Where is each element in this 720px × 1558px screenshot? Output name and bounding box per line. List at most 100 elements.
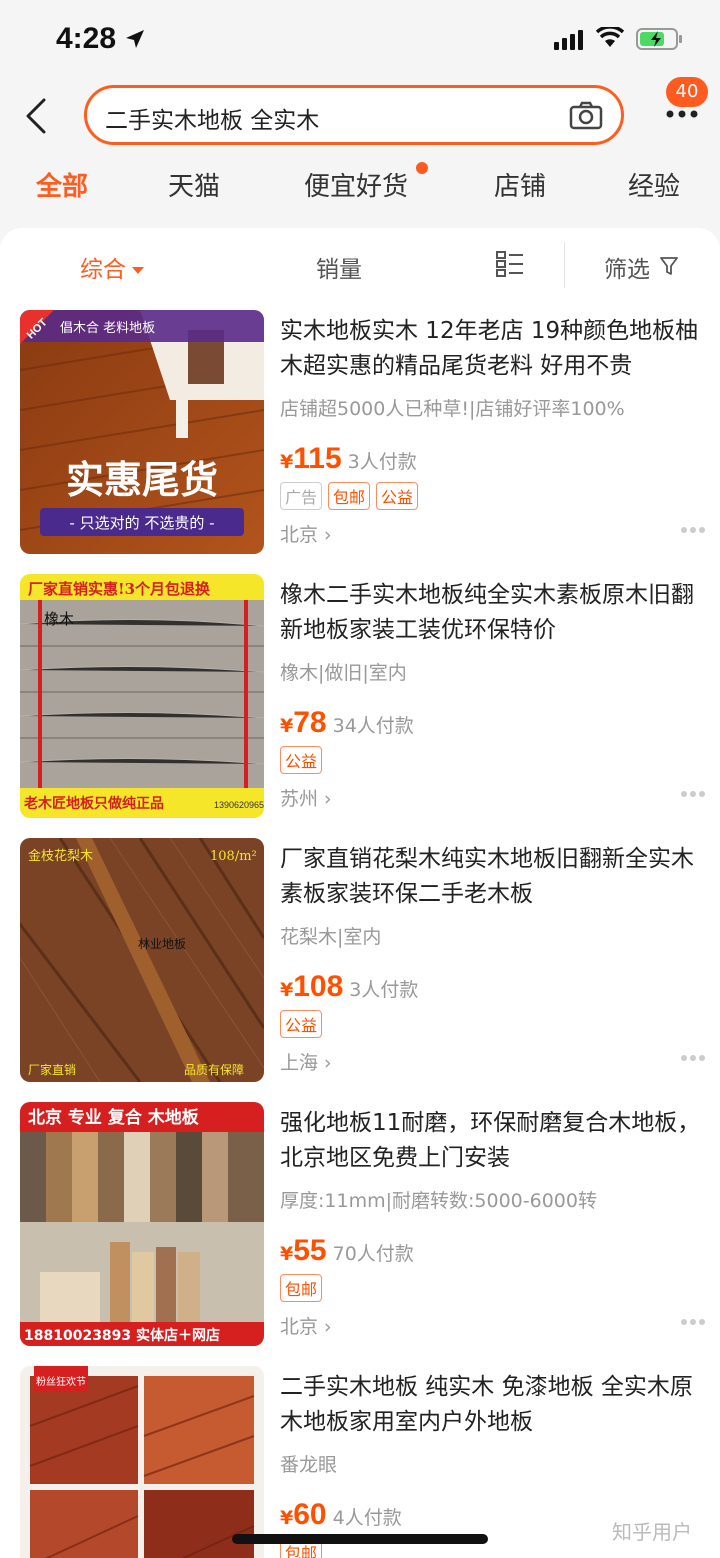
- sort-overall[interactable]: 综合: [80, 250, 144, 284]
- more-options-icon[interactable]: [680, 1318, 706, 1326]
- image-bottom-left-text: 厂家直销: [28, 1062, 76, 1077]
- tab-cheap-goods[interactable]: 便宜好货: [304, 166, 408, 203]
- price-row: ¥115 3人付款: [280, 442, 417, 476]
- image-bottom-text: 18810023893 实体店＋网店: [24, 1327, 220, 1344]
- product-title[interactable]: 厂家直销花梨木纯实木地板旧翻新全实木素板家装环保二手老木板: [280, 842, 705, 912]
- paid-count: 3人付款: [349, 979, 419, 1001]
- paid-count: 4人付款: [332, 1507, 402, 1529]
- more-options-icon[interactable]: [680, 1054, 706, 1062]
- location-arrow-icon: [126, 30, 144, 48]
- product-title[interactable]: 实木地板实木 12年老店 19种颜色地板柚木超实惠的精品尾货老料 好用不贵: [280, 314, 705, 384]
- image-top-left-text: 金枝花梨木: [28, 848, 93, 864]
- paid-count: 34人付款: [332, 715, 414, 737]
- product-image[interactable]: 粉丝狂欢节: [20, 1366, 264, 1558]
- image-bottom-right-text: 品质有保障: [184, 1062, 244, 1077]
- sort-bar: 综合 销量 筛选: [0, 228, 720, 302]
- tab-all[interactable]: 全部: [36, 166, 88, 203]
- tag-row: 公益: [280, 1010, 328, 1038]
- image-headline: 实惠尾货: [66, 458, 218, 502]
- product-card[interactable]: 北京 专业 复合 木地板 18810023893 实体店＋网店 强化地板11耐磨…: [0, 1102, 720, 1366]
- image-bottom-text: 老木匠地板只做纯正品: [24, 795, 164, 812]
- product-subtitle: 番龙眼: [280, 1454, 338, 1476]
- product-image[interactable]: 厂家直销实惠!3个月包退换 橡木 老木匠地板只做纯正品 13906209656: [20, 574, 264, 818]
- product-card[interactable]: 厂家直销实惠!3个月包退换 橡木 老木匠地板只做纯正品 13906209656 …: [0, 574, 720, 838]
- currency-symbol: ¥: [280, 1507, 294, 1529]
- product-subtitle: 花梨木|室内: [280, 926, 382, 948]
- paid-count: 70人付款: [332, 1243, 414, 1265]
- search-query[interactable]: 二手实木地板 全实木: [105, 101, 319, 135]
- filter-funnel-icon[interactable]: [660, 256, 678, 276]
- more-dots-icon[interactable]: [662, 104, 702, 124]
- tab-bar: 全部 天猫 便宜好货 店铺 经验: [0, 162, 720, 216]
- message-count-badge: 40: [666, 77, 708, 107]
- tag-ad: 广告: [280, 482, 323, 510]
- image-top-text: 北京 专业 复合 木地板: [28, 1107, 200, 1128]
- tag-charity: 公益: [376, 482, 419, 510]
- tag-row: 广告 包邮 公益: [280, 482, 424, 510]
- product-title[interactable]: 二手实木地板 纯实木 免漆地板 全实木原木地板家用室内户外地板: [280, 1370, 705, 1440]
- product-location[interactable]: 北京 ›: [280, 1312, 332, 1339]
- image-top-text: 厂家直销实惠!3个月包退换: [28, 580, 211, 598]
- product-price: 108: [293, 970, 344, 1003]
- image-mid-text: 林业地板: [138, 937, 186, 951]
- status-time: 4:28: [56, 22, 117, 55]
- sort-divider: [564, 242, 565, 288]
- status-bar: 4:28: [0, 0, 720, 80]
- tab-new-dot: [416, 162, 428, 174]
- image-wood-label: 橡木: [44, 610, 74, 628]
- product-subtitle: 橡木|做旧|室内: [280, 662, 407, 684]
- price-row: ¥55 70人付款: [280, 1234, 414, 1268]
- product-subtitle: 厚度:11mm|耐磨转数:5000-6000转: [280, 1190, 597, 1212]
- product-subtitle: 店铺超5000人已种草!|店铺好评率100%: [280, 398, 625, 420]
- results-panel: 综合 销量 筛选 HOT 倡木合 老料地板 实惠尾货 - 只选对的 不选贵的 -…: [0, 228, 720, 1558]
- back-arrow-icon[interactable]: [22, 96, 50, 136]
- caret-down-icon: [132, 267, 144, 274]
- product-price: 115: [293, 442, 342, 475]
- tag-charity: 公益: [280, 746, 323, 774]
- product-card[interactable]: HOT 倡木合 老料地板 实惠尾货 - 只选对的 不选贵的 - 实木地板实木 1…: [0, 310, 720, 574]
- tag-free-shipping: 包邮: [328, 482, 371, 510]
- product-price: 78: [293, 706, 327, 739]
- price-row: ¥78 34人付款: [280, 706, 414, 740]
- image-phone: 13906209656: [214, 800, 264, 810]
- currency-symbol: ¥: [280, 1243, 294, 1265]
- tag-free-shipping: 包邮: [280, 1274, 323, 1302]
- list-view-icon[interactable]: [496, 250, 524, 278]
- tab-experience[interactable]: 经验: [628, 166, 680, 203]
- tab-tmall[interactable]: 天猫: [168, 166, 220, 203]
- price-row: ¥60 4人付款: [280, 1498, 402, 1532]
- sort-sales[interactable]: 销量: [316, 250, 362, 284]
- product-title[interactable]: 强化地板11耐磨，环保耐磨复合木地板，北京地区免费上门安装: [280, 1106, 705, 1176]
- currency-symbol: ¥: [280, 451, 294, 473]
- tag-row: 公益: [280, 746, 328, 774]
- more-options-icon[interactable]: [680, 790, 706, 798]
- home-indicator[interactable]: [232, 1534, 488, 1544]
- wifi-icon: [596, 27, 624, 47]
- product-image[interactable]: 北京 专业 复合 木地板 18810023893 实体店＋网店: [20, 1102, 264, 1346]
- tab-shops[interactable]: 店铺: [494, 166, 546, 203]
- header: 二手实木地板 全实木 40 全部 天猫 便宜好货 店铺 经验: [0, 77, 720, 228]
- product-image[interactable]: 金枝花梨木 108/m² 林业地板 厂家直销 品质有保障: [20, 838, 264, 1082]
- search-bar[interactable]: 二手实木地板 全实木: [84, 85, 624, 145]
- brand-label: 倡木合 老料地板: [60, 321, 155, 336]
- product-card[interactable]: 金枝花梨木 108/m² 林业地板 厂家直销 品质有保障 厂家直销花梨木纯实木地…: [0, 838, 720, 1102]
- product-location[interactable]: 苏州 ›: [280, 784, 332, 811]
- product-location[interactable]: 北京 ›: [280, 520, 332, 547]
- watermark: 知乎用户: [612, 1520, 692, 1544]
- cellular-signal-icon: [554, 30, 583, 50]
- product-location[interactable]: 上海 ›: [280, 1048, 332, 1075]
- product-image[interactable]: HOT 倡木合 老料地板 实惠尾货 - 只选对的 不选贵的 -: [20, 310, 264, 554]
- image-promo-label: 粉丝狂欢节: [36, 1375, 86, 1388]
- product-price: 55: [293, 1234, 327, 1267]
- paid-count: 3人付款: [347, 451, 417, 473]
- product-price: 60: [293, 1498, 327, 1531]
- more-options-icon[interactable]: [680, 526, 706, 534]
- price-row: ¥108 3人付款: [280, 970, 418, 1004]
- camera-icon[interactable]: [569, 100, 603, 130]
- battery-icon: [636, 28, 682, 50]
- product-title[interactable]: 橡木二手实木地板纯全实木素板原木旧翻新地板家装工装优环保特价: [280, 578, 705, 648]
- image-slogan: - 只选对的 不选贵的 -: [69, 514, 214, 532]
- currency-symbol: ¥: [280, 979, 294, 1001]
- sort-filter[interactable]: 筛选: [604, 250, 650, 284]
- tag-charity: 公益: [280, 1010, 323, 1038]
